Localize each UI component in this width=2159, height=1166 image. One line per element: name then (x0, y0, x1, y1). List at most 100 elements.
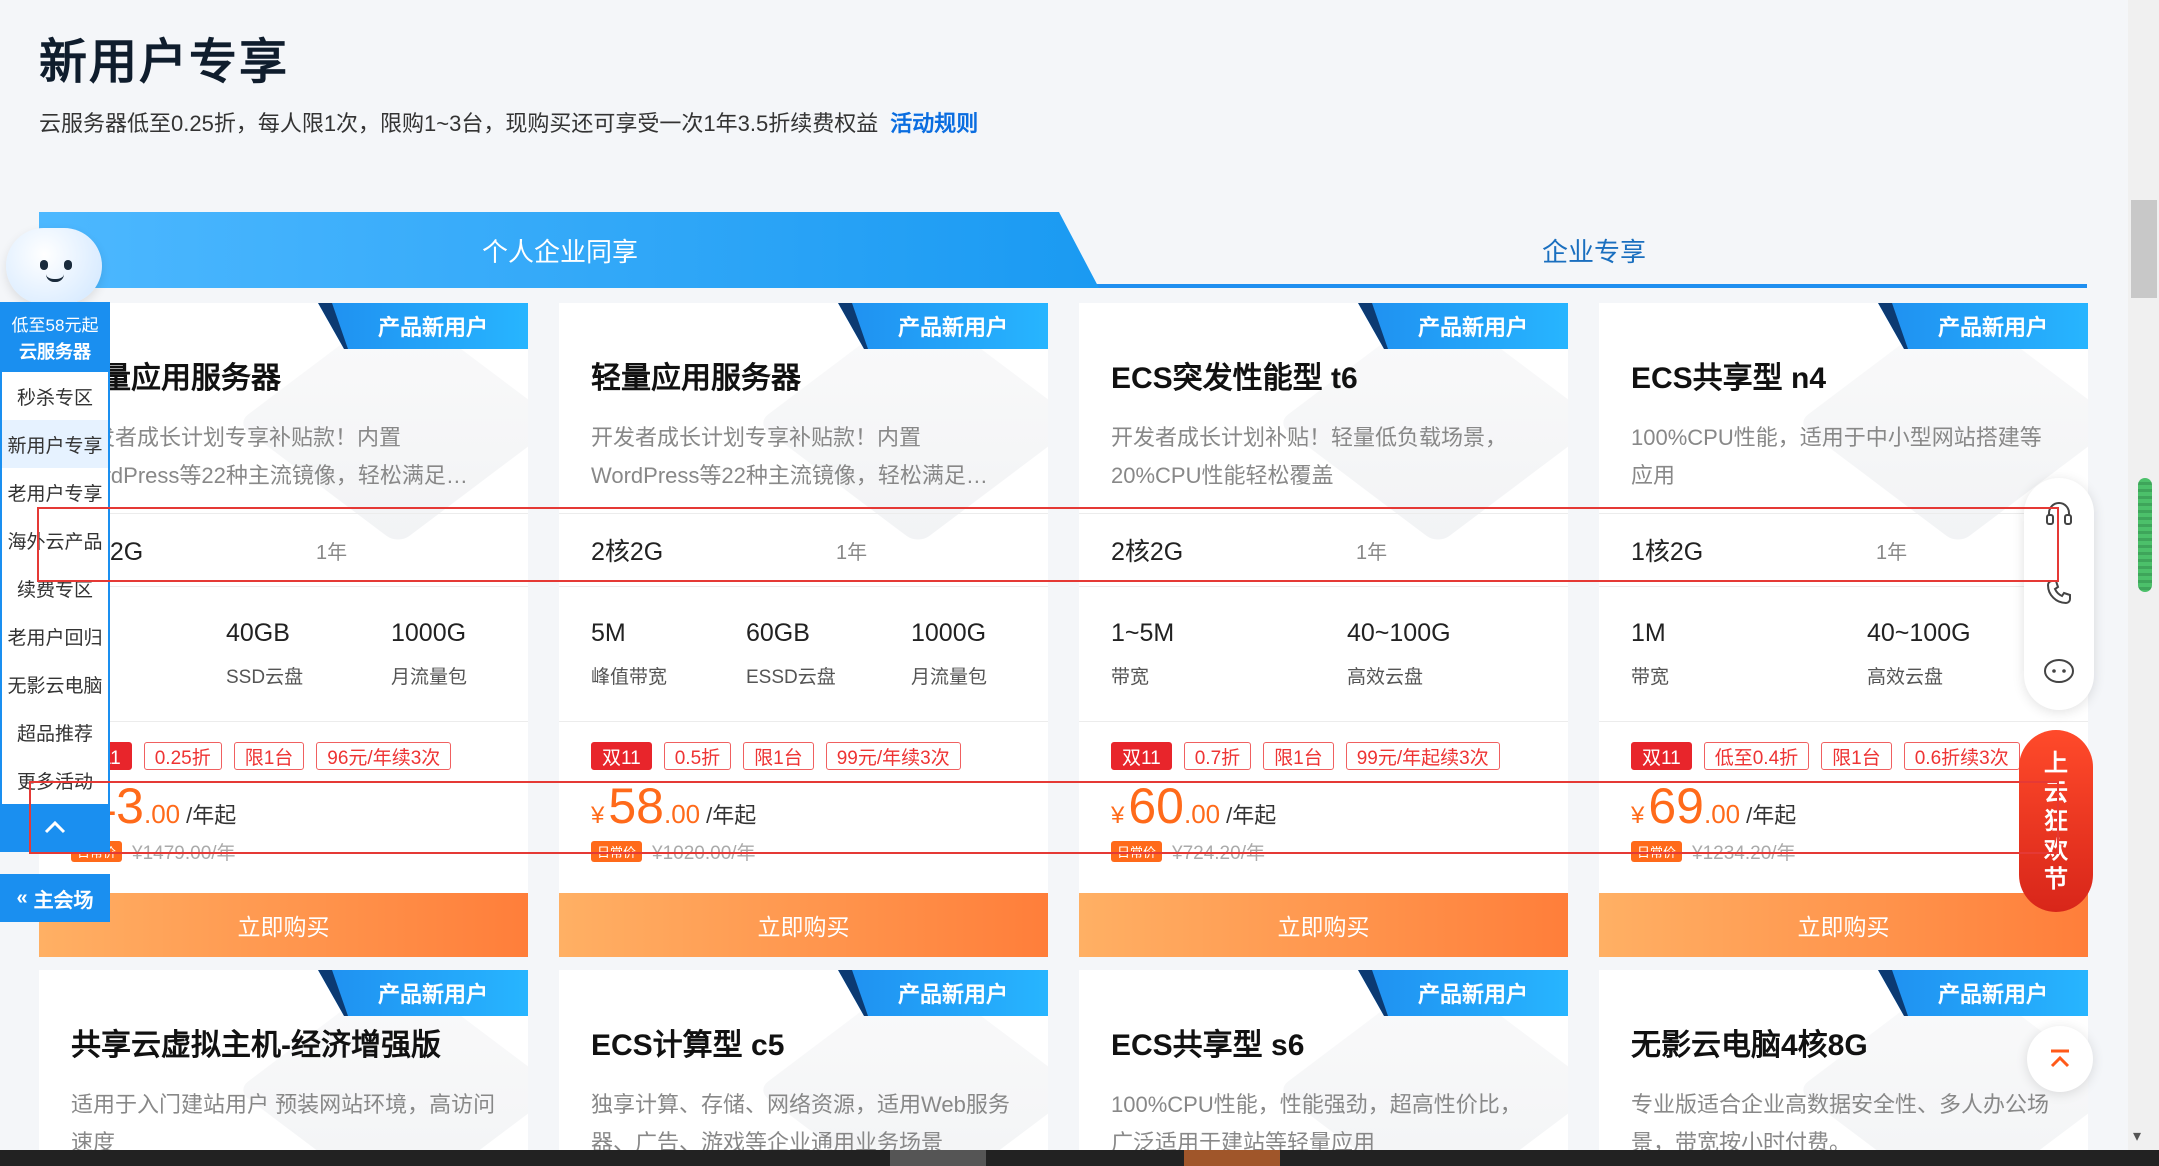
stat-value: 40~100G (1347, 619, 1451, 647)
stat: 40GB SSD云盘 (226, 619, 391, 721)
page-title: 新用户专享 (39, 36, 290, 89)
rules-link[interactable]: 活动规则 (890, 111, 978, 136)
left-nav-item-recommend[interactable]: 超品推荐 (2, 708, 108, 756)
subtitle-text: 云服务器低至0.25折，每人限1次，限购1~3台，现购买还可享受一次1年3.5折… (39, 111, 879, 136)
stat: 40~100G 高效云盘 (1347, 619, 1451, 721)
promo-tags: 双11 0.25折 限1台 96元/年续3次 (39, 722, 528, 780)
new-user-badge: 产品新用户 (1878, 303, 2088, 349)
product-desc: 开发者成长计划专享补贴款！内置WordPress等22种主流镜像，轻松满足… (71, 425, 468, 488)
stat: 1M 带宽 (1631, 619, 1867, 721)
scrollbar-thumb[interactable] (2131, 200, 2157, 298)
product-name[interactable]: 共享云虚拟主机-经济增强版 (71, 1020, 528, 1064)
tag-discount: 0.7折 (1183, 742, 1252, 770)
tag-renewal: 99元/年续3次 (825, 742, 961, 770)
product-name[interactable]: 轻量应用服务器 (71, 353, 528, 397)
product-name[interactable]: ECS共享型 n4 (1631, 353, 2088, 397)
product-desc: 专业版适合企业高数据安全性、多人办公场景，带宽按小时付费。 (1631, 1092, 2050, 1150)
tag-limit: 限1台 (743, 742, 814, 770)
cloud-mascot-icon[interactable] (6, 228, 102, 304)
left-nav-header-line2: 云服务器 (19, 341, 91, 362)
stat-value: 1~5M (1111, 619, 1175, 647)
buy-now-button[interactable]: 立即购买 (1599, 893, 2088, 957)
stat-value: 5M (591, 619, 626, 647)
new-user-badge: 产品新用户 (318, 303, 528, 349)
tag-discount: 0.25折 (143, 742, 222, 770)
stat-label: 峰值带宽 (591, 667, 668, 688)
tag-double11: 双11 (1111, 742, 1172, 770)
buy-now-button[interactable]: 立即购买 (1079, 893, 1568, 957)
product-name[interactable]: 轻量应用服务器 (591, 353, 1048, 397)
buy-now-button[interactable]: 立即购买 (39, 893, 528, 957)
product-desc: 开发者成长计划补贴！轻量低负载场景，20%CPU性能轻松覆盖 (1111, 425, 1508, 488)
product-card: 产品新用户 ECS突发性能型 t6 开发者成长计划补贴！轻量低负载场景，20%C… (1079, 303, 1568, 957)
left-nav-header[interactable]: 低至58元起 云服务器 (0, 302, 110, 372)
chat-bot-icon[interactable] (2043, 654, 2075, 686)
tab-enterprise[interactable]: 企业专享 (1101, 212, 2087, 288)
product-desc: 100%CPU性能，适用于中小型网站搭建等应用 (1631, 425, 2042, 488)
stat: 60GB ESSD云盘 (746, 619, 911, 721)
annotation-box-price-row (29, 781, 2059, 854)
product-name[interactable]: ECS共享型 s6 (1111, 1020, 1568, 1064)
stat-value: 40GB (226, 619, 290, 647)
stat: 40~100G 高效云盘 (1867, 619, 1971, 721)
stat-label: 带宽 (1111, 667, 1150, 688)
stat-value: 1000G (911, 619, 987, 647)
tag-limit: 限1台 (1821, 742, 1892, 770)
left-nav-item-new-user[interactable]: 新用户专享 (2, 420, 108, 468)
left-nav-item-flash-sale[interactable]: 秒杀专区 (2, 372, 108, 420)
promo-char: 节 (2044, 865, 2068, 893)
product-card: 产品新用户 ECS计算型 c5 独享计算、存储、网络资源，适用Web服务器、广告… (559, 970, 1048, 1150)
new-user-badge: 产品新用户 (838, 303, 1048, 349)
product-desc: 100%CPU性能，性能强劲，超高性价比，广泛适用于建站等轻量应用 (1111, 1092, 1522, 1150)
product-desc: 开发者成长计划专享补贴款！内置WordPress等22种主流镜像，轻松满足… (591, 425, 988, 488)
promo-tags: 双11 0.5折 限1台 99元/年续3次 (559, 722, 1048, 780)
stat-label: ESSD云盘 (746, 667, 836, 688)
tag-discount: 0.5折 (663, 742, 732, 770)
scroll-progress-bar (2138, 478, 2152, 592)
double-chevron-left-icon: « (16, 886, 28, 909)
tag-renewal: 99元/年起续3次 (1345, 742, 1500, 770)
tag-limit: 限1台 (1263, 742, 1334, 770)
taskbar-item[interactable] (1184, 1150, 1280, 1166)
product-name[interactable]: ECS计算型 c5 (591, 1020, 1048, 1064)
stat-label: 月流量包 (391, 667, 468, 688)
tab-personal-enterprise[interactable]: 个人企业同享 (39, 212, 1099, 288)
scroll-down-arrow-icon[interactable]: ▾ (2133, 1126, 2141, 1146)
spec-stats: 1M 带宽 40~100G 高效云盘 (1599, 587, 2088, 722)
promo-tags: 双11 0.7折 限1台 99元/年起续3次 (1079, 722, 1568, 780)
product-desc: 适用于入门建站用户 预装网站环境，高访问速度 (71, 1092, 496, 1150)
product-card: 产品新用户 无影云电脑4核8G 专业版适合企业高数据安全性、多人办公场景，带宽按… (1599, 970, 2088, 1150)
annotation-box-spec-row (37, 507, 2059, 582)
tag-renewal: 96元/年续3次 (316, 742, 452, 770)
back-to-top-icon[interactable] (2027, 1026, 2093, 1092)
taskbar-item[interactable] (890, 1150, 986, 1166)
tab-bar: 个人企业同享 企业专享 (39, 212, 2087, 288)
product-card: 产品新用户 轻量应用服务器 开发者成长计划专享补贴款！内置WordPress等2… (559, 303, 1048, 957)
product-name[interactable]: 无影云电脑4核8G (1631, 1020, 2088, 1064)
stat: 1000G 月流量包 (391, 619, 467, 721)
main-venue-button[interactable]: « 主会场 (0, 874, 110, 922)
tag-double11: 双11 (591, 742, 652, 770)
stat: 5M 峰值带宽 (591, 619, 746, 721)
left-nav: 秒杀专区 新用户专享 老用户专享 海外云产品 续费专区 老用户回归 无影云电脑 … (0, 372, 110, 852)
new-user-badge: 产品新用户 (318, 970, 528, 1016)
new-user-badge: 产品新用户 (1358, 970, 1568, 1016)
promo-char: 上 (2044, 749, 2068, 777)
stat-label: 带宽 (1631, 667, 1670, 688)
stat-label: 高效云盘 (1867, 667, 1944, 688)
buy-now-button[interactable]: 立即购买 (559, 893, 1048, 957)
spec-stats: 带宽 40GBSSD云盘 1000G月流量包 (39, 587, 528, 722)
stat-value: 1000G (391, 619, 467, 647)
stat-value: 60GB (746, 619, 810, 647)
left-nav-item-cloud-desktop[interactable]: 无影云电脑 (2, 660, 108, 708)
product-name[interactable]: ECS突发性能型 t6 (1111, 353, 1568, 397)
new-user-badge: 产品新用户 (1358, 303, 1568, 349)
left-nav-header-line1: 低至58元起 (11, 315, 99, 335)
tag-discount: 低至0.4折 (1703, 742, 1810, 770)
product-card: 产品新用户 ECS共享型 s6 100%CPU性能，性能强劲，超高性价比，广泛适… (1079, 970, 1568, 1150)
left-nav-item-returning[interactable]: 老用户回归 (2, 612, 108, 660)
promo-tags: 双11 低至0.4折 限1台 0.6折续3次 (1599, 722, 2088, 780)
product-desc: 独享计算、存储、网络资源，适用Web服务器、广告、游戏等企业通用业务场景 (591, 1092, 1010, 1150)
stat-value: 40~100G (1867, 619, 1971, 647)
taskbar (0, 1150, 2159, 1166)
